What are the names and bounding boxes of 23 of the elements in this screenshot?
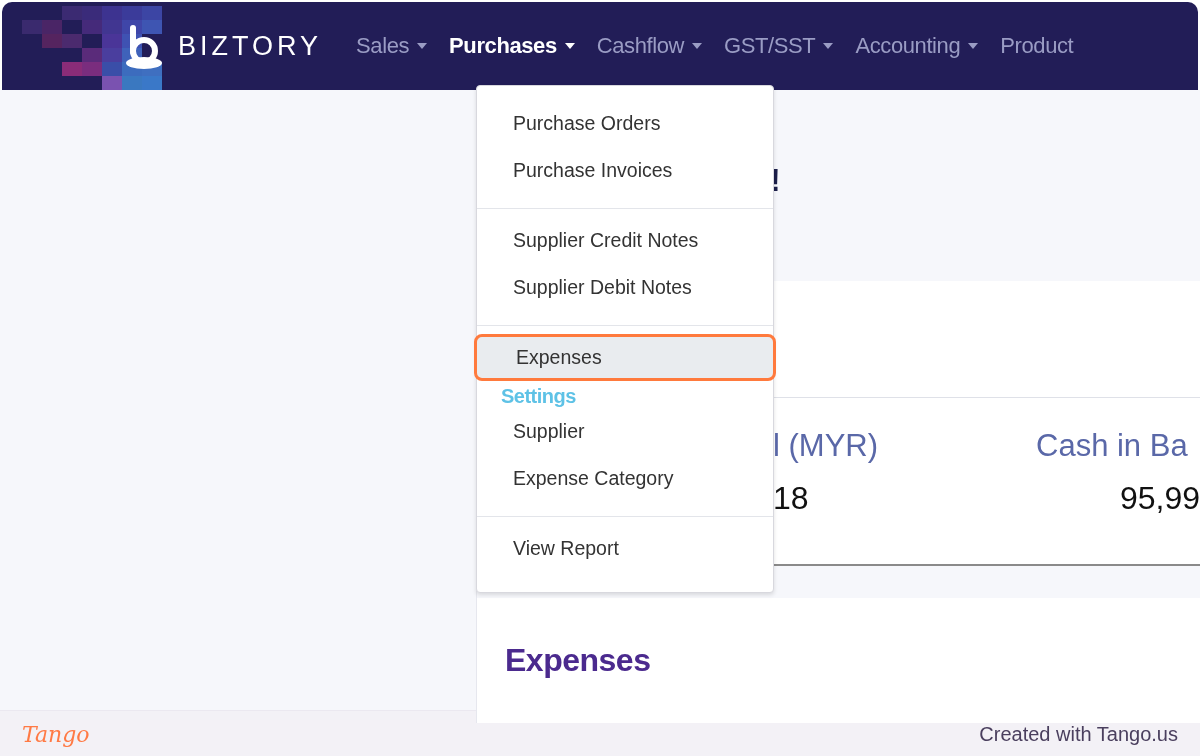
stat-label: Cash in Ba — [1036, 428, 1189, 464]
footer-logo: Tango — [22, 721, 90, 747]
brand-name: BIZTORY — [178, 30, 323, 62]
nav-menu-item[interactable]: Product — [1000, 33, 1074, 59]
nav-menu-item[interactable]: Cashflow — [596, 33, 703, 59]
stat-value: 18 — [773, 480, 810, 517]
nav-menu-item[interactable]: GST/SST — [724, 33, 834, 59]
menu-item[interactable]: Expenses — [474, 334, 776, 381]
nav-menu-item[interactable]: Sales — [356, 33, 428, 59]
menu-item[interactable]: Supplier Credit Notes — [477, 217, 773, 264]
menu-item[interactable]: Supplier Debit Notes — [477, 264, 773, 311]
menu-section-header: Settings — [500, 384, 577, 408]
stat-label: l (MYR) — [773, 428, 880, 464]
nav-menu-item[interactable]: Accounting — [855, 33, 979, 59]
menu-item[interactable]: Purchase Orders — [477, 100, 773, 147]
stat-value: 95,99 — [1118, 480, 1200, 517]
menu-item[interactable]: Purchase Invoices — [477, 147, 773, 194]
menu-item[interactable]: Expense Category — [477, 455, 773, 502]
menu-item[interactable]: View Report — [477, 525, 773, 572]
section-title: Expenses — [505, 642, 651, 678]
nav-menu-item[interactable]: Purchases — [449, 33, 575, 59]
menu-item[interactable]: Supplier — [477, 408, 773, 455]
footer-credit: Created with Tango.us — [979, 722, 1178, 746]
